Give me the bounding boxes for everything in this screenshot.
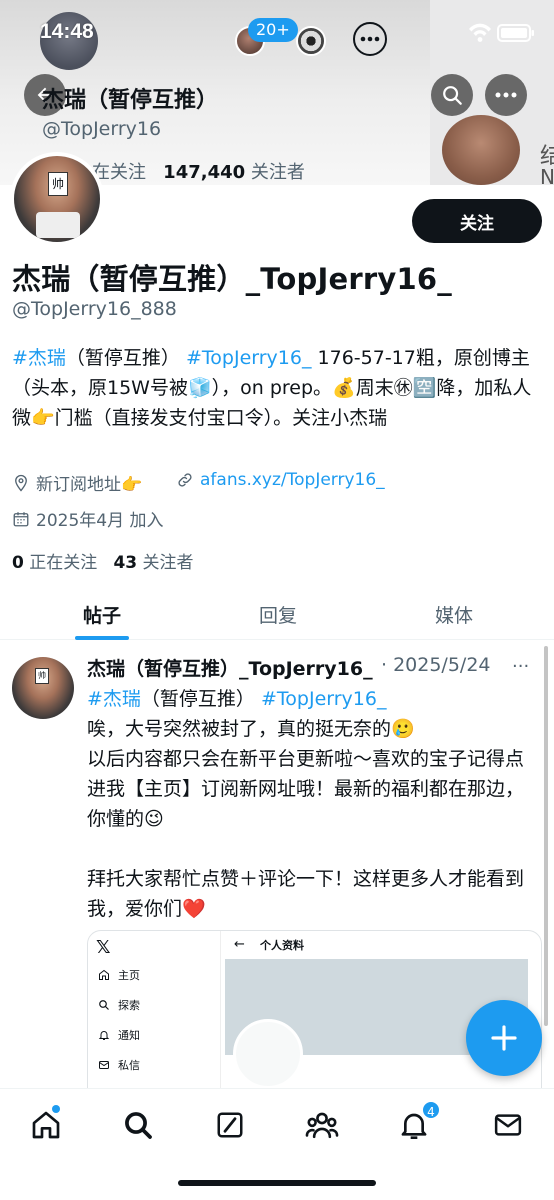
compose-button[interactable] bbox=[466, 1000, 542, 1076]
bio-hashtag-1[interactable]: #杰瑞 bbox=[12, 347, 66, 369]
following-stat[interactable]: 0 正在关注 bbox=[12, 553, 97, 573]
joined-text: 2025年4月 加入 bbox=[36, 511, 164, 531]
wifi-icon bbox=[469, 23, 491, 42]
profile-location: 新订阅地址👉 bbox=[12, 470, 142, 495]
home-unread-dot bbox=[52, 1105, 60, 1113]
nav-communities[interactable] bbox=[302, 1105, 342, 1145]
embed-page-title: 个人资料 bbox=[260, 939, 304, 952]
communities-icon bbox=[305, 1112, 339, 1139]
avatar-sticker: 帅 bbox=[48, 172, 68, 196]
post-line-2: 以后内容都只会在新平台更新啦～喜欢的宝子记得点进我【主页】订阅新网址哦！最新的福… bbox=[87, 748, 525, 830]
nav-grok[interactable] bbox=[210, 1105, 250, 1145]
embed-nav-messages: 私信 bbox=[98, 1057, 140, 1073]
tab-replies[interactable]: 回复 bbox=[176, 588, 380, 640]
following-count: 0 bbox=[12, 553, 24, 573]
home-icon bbox=[99, 969, 109, 980]
post-line-3: 拜托大家帮忙点赞＋评论一下！这样更多人才能看到我，爱你们❤️ bbox=[87, 868, 525, 920]
header-stats: 在关注 147,440 关注者 bbox=[92, 158, 305, 184]
profile-tabs: 帖子 回复 媒体 bbox=[0, 588, 554, 640]
followers-count: 43 bbox=[113, 553, 138, 573]
system-status-icons bbox=[467, 20, 537, 46]
suggested-avatar bbox=[442, 115, 520, 185]
website-link[interactable]: afans.xyz/TopJerry16_ bbox=[200, 470, 385, 490]
mail-icon bbox=[99, 1061, 109, 1069]
location-pin-icon bbox=[15, 474, 27, 492]
grok-icon bbox=[217, 1112, 243, 1138]
profile-joined: 2025年4月 加入 bbox=[12, 506, 163, 531]
tab-posts[interactable]: 帖子 bbox=[0, 588, 204, 640]
post-hashtag-1[interactable]: #杰瑞 bbox=[87, 688, 141, 710]
embed-nav-explore: 探索 bbox=[98, 997, 140, 1013]
search-icon bbox=[443, 86, 462, 105]
header-followers-label: 关注者 bbox=[250, 162, 305, 183]
home-icon bbox=[32, 1111, 60, 1139]
followers-stat[interactable]: 43 关注者 bbox=[113, 553, 193, 573]
bio-hashtag-2[interactable]: #TopJerry16_ bbox=[186, 347, 312, 369]
plus-icon bbox=[491, 1025, 517, 1051]
search-icon bbox=[99, 1000, 109, 1010]
suggested-text-2: N bbox=[540, 165, 554, 185]
tab-media[interactable]: 媒体 bbox=[352, 588, 554, 640]
story-avatar-2[interactable] bbox=[296, 26, 326, 56]
status-time: 14:48 bbox=[40, 20, 94, 43]
post-line-1: 唉，大号突然被封了，真的挺无奈的🥲 bbox=[87, 718, 415, 740]
more-options-icon[interactable] bbox=[353, 22, 387, 56]
notifications-badge: 4 bbox=[421, 1100, 441, 1120]
following-label: 正在关注 bbox=[29, 553, 98, 573]
profile-website[interactable]: afans.xyz/TopJerry16_ bbox=[176, 470, 385, 490]
more-button[interactable] bbox=[485, 74, 527, 116]
embed-nav-home-label: 主页 bbox=[118, 969, 140, 982]
mail-icon bbox=[494, 1114, 522, 1136]
post-more-icon[interactable]: ··· bbox=[512, 656, 529, 677]
follow-button[interactable]: 关注 bbox=[412, 199, 542, 243]
search-icon bbox=[125, 1112, 152, 1139]
ellipsis-icon bbox=[495, 92, 517, 98]
follow-stats: 0 正在关注 43 关注者 bbox=[12, 548, 194, 573]
profile-bio: #杰瑞（暂停互推） #TopJerry16_ 176-57-17粗，原创博主（头… bbox=[12, 343, 542, 433]
display-name: 杰瑞（暂停互推）_TopJerry16_ bbox=[12, 262, 452, 296]
x-logo-icon: 𝕏 bbox=[96, 937, 111, 958]
count-badge[interactable]: 20+ bbox=[248, 18, 298, 42]
post-body: #杰瑞（暂停互推） #TopJerry16_ 唉，大号突然被封了，真的挺无奈的🥲… bbox=[87, 684, 542, 924]
followers-label: 关注者 bbox=[142, 553, 194, 573]
location-text: 新订阅地址👉 bbox=[36, 475, 143, 495]
post-spacer bbox=[87, 834, 542, 864]
header-handle: @TopJerry16 bbox=[42, 118, 162, 140]
header-title: 杰瑞（暂停互推） bbox=[42, 88, 219, 113]
embed-back-icon: ← bbox=[234, 937, 245, 952]
post-hashtag-2[interactable]: #TopJerry16_ bbox=[261, 688, 387, 710]
nav-home[interactable] bbox=[26, 1105, 66, 1145]
home-indicator[interactable] bbox=[178, 1180, 376, 1186]
embed-nav-messages-label: 私信 bbox=[118, 1059, 140, 1072]
embed-nav-home: 主页 bbox=[98, 967, 140, 983]
embed-nav-explore-label: 探索 bbox=[118, 999, 140, 1012]
link-icon bbox=[178, 473, 192, 487]
embed-avatar-placeholder bbox=[233, 1019, 303, 1089]
search-button[interactable] bbox=[431, 74, 473, 116]
avatar-detail bbox=[36, 212, 80, 238]
post-tags-line: #杰瑞（暂停互推） #TopJerry16_ bbox=[87, 684, 542, 714]
profile-handle: @TopJerry16_888 bbox=[12, 298, 177, 320]
nav-messages[interactable] bbox=[488, 1105, 528, 1145]
scrollbar[interactable] bbox=[544, 646, 548, 1026]
post-author[interactable]: 杰瑞（暂停互推）_TopJerry16_ bbox=[87, 654, 373, 681]
header-followers-count: 147,440 bbox=[163, 162, 246, 183]
active-tab-indicator bbox=[75, 636, 129, 640]
embed-nav-notifications-label: 通知 bbox=[118, 1029, 140, 1042]
post-avatar-sticker: 帅 bbox=[35, 668, 49, 684]
bio-text-1: （暂停互推） bbox=[65, 347, 180, 369]
profile-avatar[interactable]: 帅 bbox=[10, 152, 104, 246]
battery-icon bbox=[497, 24, 534, 42]
post-date: · 2025/5/24 bbox=[381, 654, 491, 676]
embed-nav-notifications: 通知 bbox=[98, 1027, 140, 1043]
post-avatar[interactable]: 帅 bbox=[12, 657, 74, 719]
post-tag-text: （暂停互推） bbox=[140, 688, 255, 710]
calendar-icon bbox=[13, 511, 29, 526]
bell-icon bbox=[98, 1031, 110, 1040]
nav-search[interactable] bbox=[118, 1105, 158, 1145]
